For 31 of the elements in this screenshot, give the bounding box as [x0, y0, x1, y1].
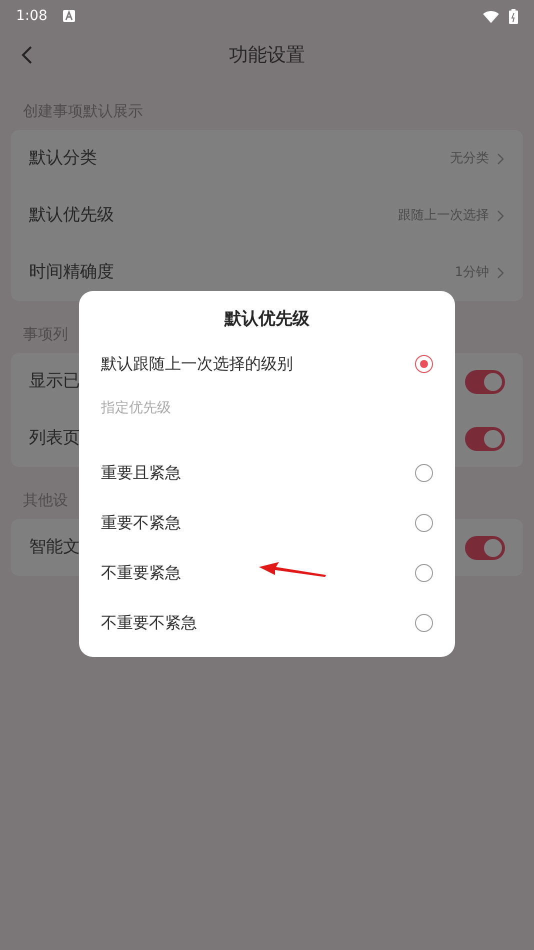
option-group-label: 指定优先级 [101, 399, 172, 418]
battery-icon [509, 8, 518, 24]
row-label: 默认优先级 [29, 204, 114, 227]
wifi-icon [483, 10, 499, 22]
row-label: 时间精确度 [29, 260, 114, 284]
row-label: 列表页 [29, 426, 80, 450]
chevron-right-icon [497, 152, 505, 164]
row-label: 默认分类 [29, 146, 97, 170]
row-label: 显示已 [29, 370, 80, 393]
radio-button[interactable] [415, 464, 433, 482]
chevron-right-icon [497, 266, 505, 278]
radio-option[interactable]: 重要且紧急 [101, 448, 433, 498]
radio-button[interactable] [415, 564, 433, 582]
keyboard-icon [63, 10, 76, 22]
radio-button[interactable] [415, 354, 433, 372]
page-title: 功能设置 [229, 42, 305, 68]
back-icon[interactable] [21, 46, 33, 64]
dialog-title: 默认优先级 [223, 308, 310, 331]
radio-option[interactable]: 默认跟随上一次选择的级别 [101, 338, 433, 388]
radio-button[interactable] [415, 514, 433, 532]
radio-option[interactable]: 不重要不紧急 [101, 598, 433, 648]
row-label: 智能文 [29, 536, 80, 559]
toggle-switch[interactable] [465, 426, 505, 450]
radio-option[interactable]: 不重要紧急 [101, 548, 433, 598]
radio-option[interactable]: 重要不紧急 [101, 498, 433, 548]
toggle-switch[interactable] [465, 370, 505, 394]
radio-button[interactable] [415, 614, 433, 632]
toggle-switch[interactable] [465, 536, 505, 560]
arrow-drawing [259, 561, 327, 579]
chevron-right-icon [497, 210, 505, 222]
status-time: 1:08 [16, 6, 48, 26]
